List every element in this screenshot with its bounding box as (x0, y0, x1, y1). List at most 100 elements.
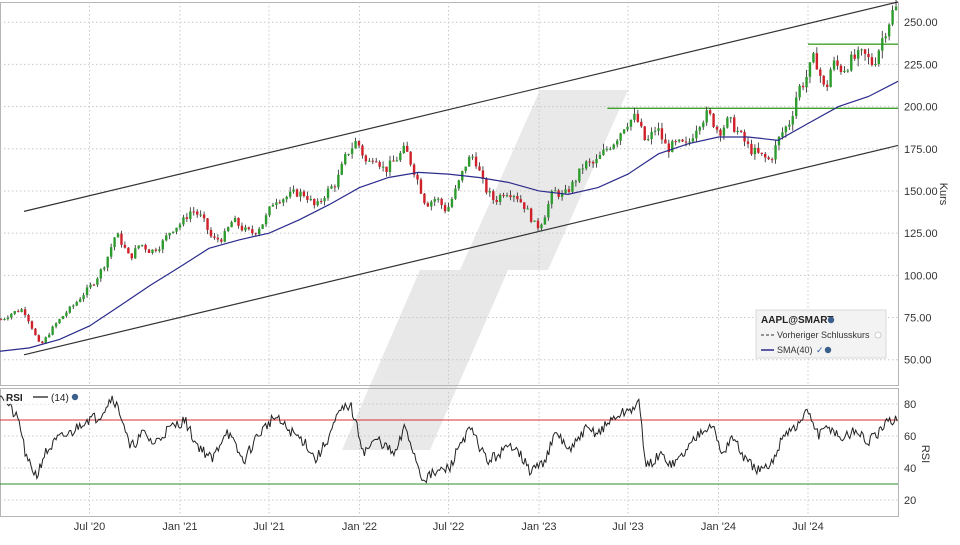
candle-body (175, 227, 178, 232)
candle (808, 62, 812, 84)
candle-body (664, 139, 667, 144)
price-tick-label: 50.00 (904, 355, 932, 367)
candle-body (653, 130, 657, 132)
candle (471, 154, 474, 161)
rsi-tick-label: 20 (904, 495, 916, 507)
candle (481, 166, 485, 184)
candle-body (165, 235, 168, 241)
x-tick-label: Jul '20 (74, 521, 105, 533)
candle (615, 139, 619, 148)
candle (674, 139, 677, 146)
candle-body (536, 220, 540, 229)
rsi-legend-label: (14) (51, 393, 69, 404)
candle-body (92, 284, 96, 286)
candle-body (6, 317, 10, 320)
candle-body (161, 240, 164, 250)
candle (89, 282, 92, 290)
candle-body (330, 186, 333, 189)
candle (192, 206, 195, 216)
candle-body (202, 214, 206, 219)
candle (474, 152, 478, 169)
legend-title: AAPL@SMART (761, 315, 834, 326)
candle (309, 195, 313, 202)
candle (874, 57, 877, 67)
candle-body (381, 166, 385, 168)
rsi-panel-frame (0, 388, 899, 517)
candle (202, 211, 206, 223)
candle-body (299, 191, 302, 197)
candle (37, 334, 41, 343)
candle-body (75, 302, 78, 306)
candle (461, 170, 464, 183)
candle-body (595, 158, 598, 164)
candle-body (292, 189, 295, 192)
candle-body (812, 53, 815, 63)
candle-body (96, 278, 99, 285)
candle-body (405, 145, 409, 152)
candle-body (440, 198, 443, 206)
checkmark-icon: ✓ (816, 345, 824, 355)
trend-channel-upper (23, 1, 899, 212)
candle-body (819, 69, 822, 76)
candle-body (16, 311, 20, 313)
candle (261, 224, 264, 230)
candle-body (3, 319, 6, 321)
candle-body (598, 155, 602, 159)
candle (313, 198, 316, 209)
candle-body (529, 208, 533, 222)
candle-body (564, 189, 567, 194)
candle (416, 171, 419, 185)
candle-body (426, 203, 430, 207)
candle-body (65, 312, 68, 317)
candle-body (436, 198, 440, 200)
candle (881, 30, 884, 59)
candle-body (30, 321, 34, 329)
rsi-tick-label: 40 (904, 463, 916, 475)
candle-body (846, 70, 850, 72)
candle-body (795, 97, 798, 117)
candle (764, 151, 767, 163)
candle (605, 146, 609, 152)
candle (447, 202, 450, 212)
candle-body (302, 191, 306, 197)
candle (436, 197, 440, 203)
candle-body (691, 138, 695, 142)
candle-body (523, 202, 526, 209)
candle (20, 307, 23, 313)
candle (106, 256, 109, 272)
candle-body (220, 239, 223, 242)
candle-body (44, 337, 47, 344)
candle (109, 243, 113, 260)
candle-body (34, 328, 37, 336)
candle-body (574, 181, 578, 183)
candle-body (894, 6, 898, 11)
candle (226, 226, 230, 232)
candle-body (671, 141, 674, 153)
candle-body (767, 157, 770, 160)
candle (271, 202, 275, 207)
candle-body (333, 186, 337, 188)
candle-body (27, 314, 30, 322)
candle (839, 63, 843, 75)
candle (877, 49, 881, 67)
candle-body (82, 295, 85, 300)
candle (264, 213, 268, 227)
candle-body (726, 117, 729, 128)
candle-body (764, 153, 767, 158)
candle-body (609, 148, 612, 150)
candle (41, 340, 44, 344)
candle (619, 132, 622, 146)
rsi-tick-label: 60 (904, 431, 916, 443)
candle-body (13, 311, 16, 314)
candle-body (881, 38, 884, 51)
candle-body (223, 231, 226, 242)
candle-body (715, 126, 719, 130)
chart-root: 50.00 75.00 100.00 125.00 150.00 175.00 200.00… (0, 0, 960, 540)
candle-body (178, 224, 182, 228)
candle-body (416, 174, 419, 180)
candle-body (347, 153, 350, 155)
candle-body (140, 244, 144, 246)
candle-body (47, 334, 51, 338)
candle-body (240, 225, 244, 231)
candle (856, 46, 860, 67)
